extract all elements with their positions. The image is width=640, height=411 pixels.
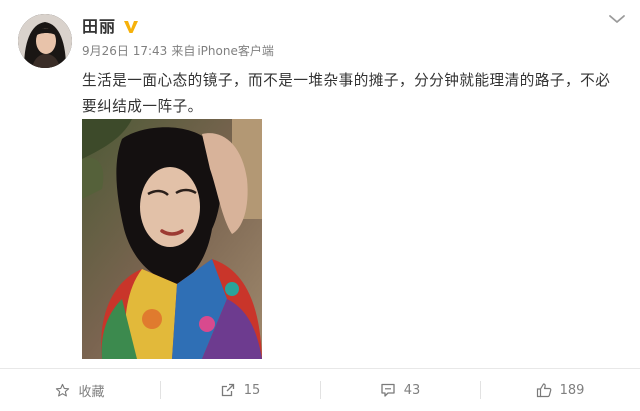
post-source[interactable]: iPhone客户端 [197, 44, 274, 58]
comment-icon [381, 383, 395, 397]
like-button[interactable]: 189 [480, 369, 640, 411]
thumbs-up-icon [536, 383, 551, 398]
source-prefix: 来自 [171, 44, 196, 58]
chevron-down-icon[interactable] [606, 10, 628, 28]
favorite-label: 收藏 [78, 384, 105, 400]
repost-count: 15 [243, 382, 261, 398]
like-count: 189 [559, 382, 585, 398]
post-photo[interactable] [82, 119, 262, 359]
star-icon [56, 383, 70, 396]
post-date[interactable]: 9月26日 17:43 [82, 44, 167, 58]
avatar[interactable] [18, 14, 72, 68]
comment-count: 43 [403, 382, 421, 398]
action-bar: 收藏 15 43 189 [0, 369, 640, 411]
comment-button[interactable]: 43 [320, 369, 480, 411]
weibo-post-card: 田丽 9月26日 17:43 来自 iPhone客户端 生活是一面心态的镜子，而不是… [0, 0, 640, 411]
username[interactable]: 田丽 [82, 17, 116, 37]
post-meta: 9月26日 17:43 来自 iPhone客户端 [82, 44, 278, 58]
favorite-button[interactable]: 收藏 [0, 369, 160, 411]
verified-badge-icon [124, 21, 138, 33]
repost-button[interactable]: 15 [160, 369, 320, 411]
post-text: 生活是一面心态的镜子，而不是一堆杂事的摊子，分分钟就能理清的路子，不必要纠结成一… [82, 72, 611, 115]
repost-icon [221, 383, 234, 397]
